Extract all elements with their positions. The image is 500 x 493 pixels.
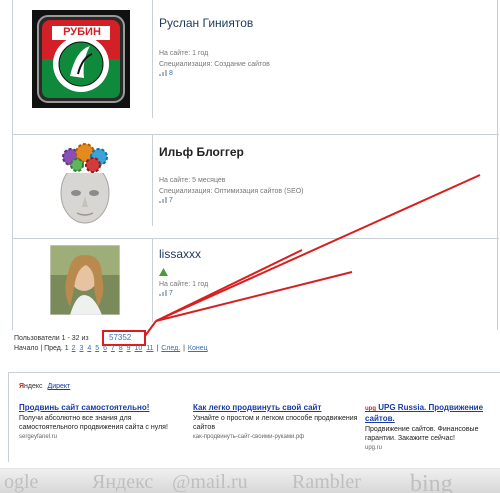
screenshot-frame: РУБИН Руслан Гиниятов На сайте: 1 год Сп… bbox=[0, 0, 500, 493]
red-annotation-lines bbox=[144, 174, 481, 337]
